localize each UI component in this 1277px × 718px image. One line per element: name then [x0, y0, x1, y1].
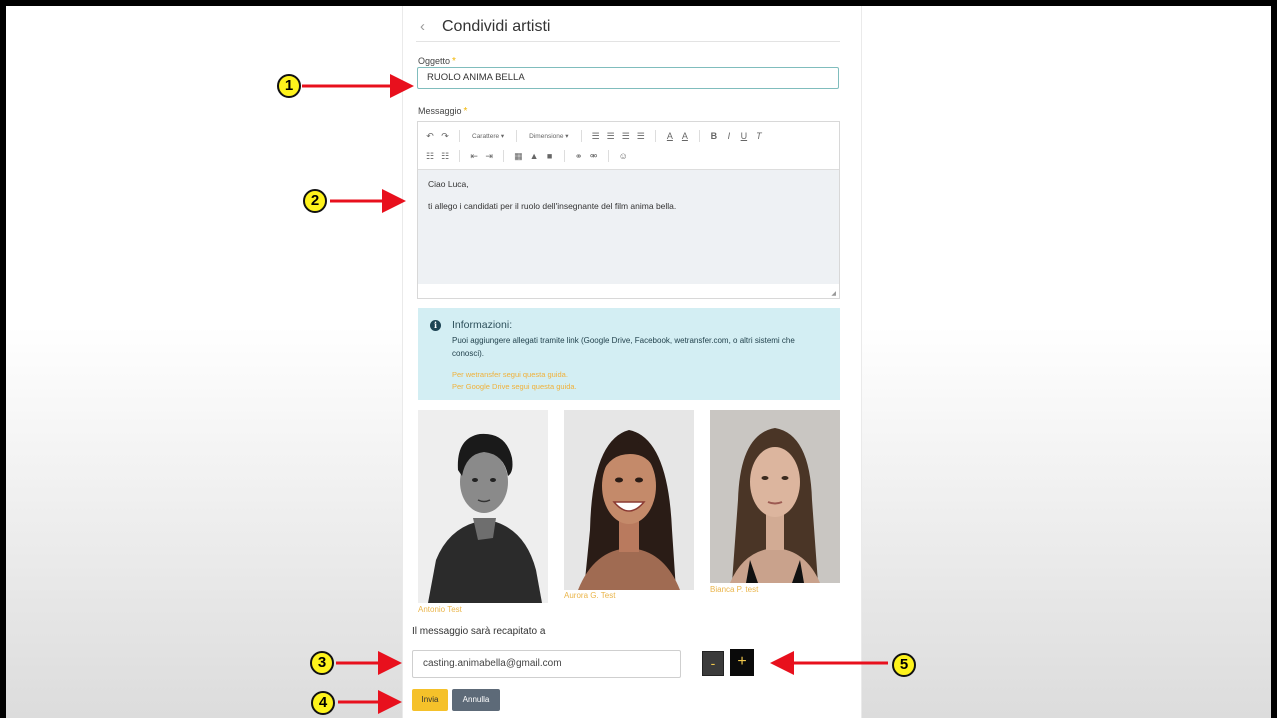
callout-badge-2: 2: [303, 189, 327, 213]
annotation-arrows: [302, 74, 888, 714]
callout-badge-4: 4: [311, 691, 335, 715]
callout-badge-3: 3: [310, 651, 334, 675]
callout-badge-5: 5: [892, 653, 916, 677]
callout-badge-1: 1: [277, 74, 301, 98]
